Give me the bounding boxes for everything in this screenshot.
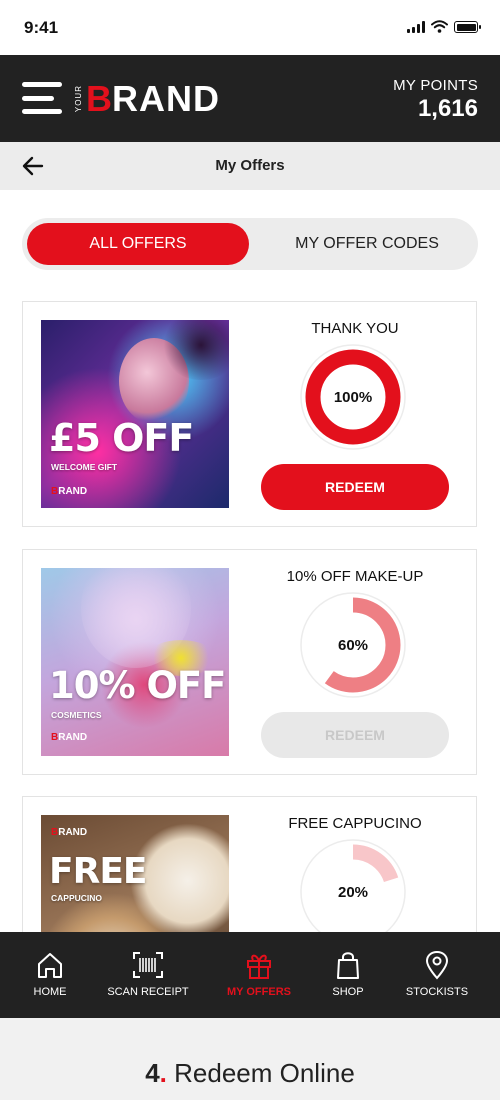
offer-image-headline: 10% OFF	[49, 664, 226, 707]
nav-shop[interactable]: SHOP	[322, 932, 374, 1018]
offer-image-subline: WELCOME GIFT	[51, 462, 118, 472]
offer-card-thank-you[interactable]: £5 OFF WELCOME GIFT BRAND THANK YOU 100%…	[22, 301, 477, 527]
page-title: My Offers	[215, 157, 285, 174]
page-subheader: My Offers	[0, 142, 500, 190]
brand-logo-rand: RAND	[112, 78, 220, 119]
my-points-label: MY POINTS	[393, 77, 478, 94]
map-pin-icon	[425, 950, 449, 980]
nav-scan-receipt[interactable]: SCAN RECEIPT	[104, 932, 192, 1018]
nav-home[interactable]: HOME	[22, 932, 78, 1018]
offer-card-cappucino[interactable]: BRAND FREE CAPPUCINO FREE CAPPUCINO 20%	[22, 796, 477, 932]
signal-icon	[407, 21, 425, 33]
nav-label: HOME	[33, 986, 67, 998]
nav-stockists[interactable]: STOCKISTS	[402, 932, 472, 1018]
offer-title: FREE CAPPUCINO	[288, 815, 422, 832]
offer-progress-ring: 20%	[300, 839, 406, 932]
status-bar: 9:41	[0, 0, 500, 55]
redeem-button-disabled[interactable]: REDEEM	[261, 712, 449, 758]
offer-image-brand: BRAND	[51, 732, 88, 743]
hamburger-menu-icon[interactable]	[22, 82, 62, 114]
offer-image-cosmetics: 10% OFF COSMETICS BRAND	[41, 568, 229, 756]
offer-image-headline: FREE	[49, 851, 147, 892]
offer-image-headline: £5 OFF	[49, 416, 194, 460]
offer-progress-ring: 100%	[300, 344, 406, 450]
status-time: 9:41	[24, 18, 59, 37]
offer-tabs: ALL OFFERS MY OFFER CODES	[22, 218, 478, 270]
redeem-button[interactable]: REDEEM	[261, 464, 449, 510]
tab-my-offer-codes[interactable]: MY OFFER CODES	[262, 223, 472, 265]
battery-icon	[454, 21, 481, 33]
step-caption-text: 4. Redeem Online	[145, 1058, 355, 1088]
tab-all-offers[interactable]: ALL OFFERS	[27, 223, 249, 265]
home-icon	[38, 953, 62, 978]
offer-progress-label: 100%	[333, 388, 373, 406]
my-points-value: 1,616	[417, 95, 478, 122]
nav-label: STOCKISTS	[405, 986, 469, 998]
offer-image-subline: COSMETICS	[51, 710, 102, 720]
nav-label: SHOP	[332, 986, 364, 998]
brand-logo: YOUR B RAND	[74, 77, 220, 121]
offer-title: THANK YOU	[311, 320, 399, 337]
offer-image-cappucino: BRAND FREE CAPPUCINO	[41, 815, 229, 932]
nav-label: SCAN RECEIPT	[107, 986, 189, 998]
app-header: YOUR B RAND MY POINTS 1,616	[0, 55, 500, 142]
offer-image-brand: BRAND	[51, 827, 88, 838]
offer-image-welcome-gift: £5 OFF WELCOME GIFT BRAND	[41, 320, 229, 508]
wifi-icon	[431, 20, 448, 33]
nav-label: MY OFFERS	[227, 986, 291, 998]
offer-card-makeup[interactable]: 10% OFF COSMETICS BRAND 10% OFF MAKE-UP …	[22, 549, 477, 775]
offer-progress-label: 60%	[337, 636, 369, 654]
barcode-scan-icon	[133, 952, 163, 978]
brand-logo-your: YOUR	[74, 85, 83, 113]
offers-list[interactable]: £5 OFF WELCOME GIFT BRAND THANK YOU 100%…	[0, 270, 500, 932]
status-icons	[407, 20, 481, 33]
gift-icon	[247, 954, 271, 979]
bottom-navigation: HOME SCAN RECEIPT MY OFFERS SHOP STOCKIS…	[0, 932, 500, 1018]
offer-image-subline: CAPPUCINO	[51, 893, 103, 903]
offer-progress-label: 20%	[337, 883, 369, 901]
step-caption: 4. Redeem Online	[0, 1018, 500, 1100]
offer-title: 10% OFF MAKE-UP	[286, 568, 424, 585]
nav-my-offers[interactable]: MY OFFERS	[222, 932, 296, 1018]
offer-image-brand: BRAND	[51, 486, 88, 497]
shopping-bag-icon	[337, 952, 359, 979]
offer-progress-ring: 60%	[300, 592, 406, 698]
brand-logo-b: B	[86, 78, 112, 119]
my-points[interactable]: MY POINTS 1,616	[393, 77, 478, 123]
